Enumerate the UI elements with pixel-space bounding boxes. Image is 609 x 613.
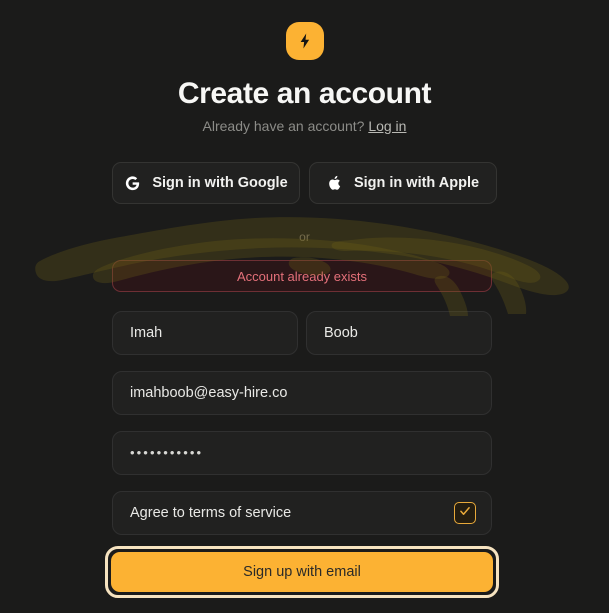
- terms-of-service-row[interactable]: Agree to terms of service: [112, 491, 492, 535]
- logo-container: [0, 22, 609, 60]
- submit-button-focus-ring: Sign up with email: [105, 546, 499, 598]
- google-g-icon: [124, 175, 141, 192]
- page-title: Create an account: [177, 77, 432, 110]
- signup-page: Create an account Already have an accoun…: [0, 0, 609, 613]
- password-input[interactable]: •••••••••••: [112, 431, 492, 475]
- divider-label: or: [299, 230, 310, 244]
- sign-up-with-email-button[interactable]: Sign up with email: [111, 552, 493, 592]
- sign-in-with-google-button[interactable]: Sign in with Google: [112, 162, 300, 204]
- terms-label: Agree to terms of service: [130, 505, 292, 521]
- apple-button-label: Sign in with Apple: [353, 175, 480, 191]
- email-value: imahboob@easy-hire.co: [130, 385, 288, 401]
- subtitle-text: Already have an account?: [202, 118, 365, 134]
- sign-in-with-apple-button[interactable]: Sign in with Apple: [309, 162, 497, 204]
- last-name-input[interactable]: Boob: [306, 311, 492, 355]
- subtitle: Already have an account? Log in: [0, 117, 609, 135]
- apple-logo-icon: [327, 174, 343, 192]
- terms-checkbox[interactable]: [454, 502, 476, 524]
- email-input[interactable]: imahboob@easy-hire.co: [112, 371, 492, 415]
- alert-message: Account already exists: [236, 268, 368, 284]
- social-buttons-row: Sign in with Google Sign in with Apple: [112, 162, 497, 204]
- app-logo: [285, 22, 324, 60]
- checkmark-icon: [458, 504, 472, 523]
- first-name-value: Imah: [130, 325, 163, 341]
- google-button-label: Sign in with Google: [152, 175, 288, 191]
- login-link[interactable]: Log in: [368, 118, 406, 134]
- last-name-value: Boob: [324, 325, 358, 341]
- first-name-input[interactable]: Imah: [112, 311, 298, 355]
- password-value: •••••••••••: [130, 444, 204, 460]
- account-exists-alert: Account already exists: [112, 260, 492, 292]
- lightning-bolt-icon: [296, 32, 314, 50]
